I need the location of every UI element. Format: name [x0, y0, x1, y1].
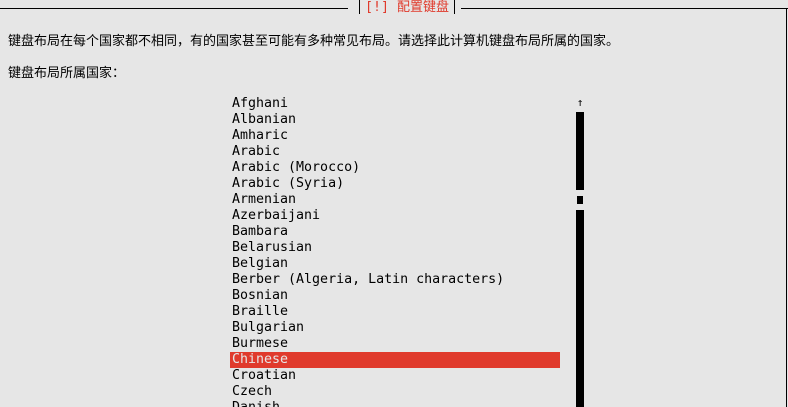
dialog-title-text: 配置键盘 [397, 0, 450, 15]
list-item[interactable]: Albanian [230, 112, 560, 128]
list-item-selected[interactable]: Chinese [230, 352, 560, 368]
warning-icon: [!] [365, 0, 390, 15]
list-item[interactable]: Bambara [230, 224, 560, 240]
list-item[interactable]: Belarusian [230, 240, 560, 256]
description-text: 键盘布局在每个国家都不相同，有的国家甚至可能有多种常见布局。请选择此计算机键盘布… [8, 34, 620, 49]
list-item[interactable]: Braille [230, 304, 560, 320]
scroll-up-arrow-icon[interactable]: ↑ [574, 96, 586, 110]
list-item[interactable]: Armenian [230, 192, 560, 208]
title-separator-left [359, 0, 360, 14]
list-item[interactable]: Bulgarian [230, 320, 560, 336]
list-item[interactable]: Arabic [230, 144, 560, 160]
list-item[interactable]: Amharic [230, 128, 560, 144]
dialog-title: [!] 配置键盘 [352, 0, 462, 16]
frame-top-border-right [461, 8, 788, 9]
list-item[interactable]: Bosnian [230, 288, 560, 304]
title-separator-right [454, 0, 456, 14]
frame-top-border-left [0, 8, 348, 9]
scrollbar-track-lower[interactable] [576, 210, 584, 407]
list-item[interactable]: Afghani [230, 96, 560, 112]
list-item[interactable]: Burmese [230, 336, 560, 352]
list-item[interactable]: Arabic (Syria) [230, 176, 560, 192]
frame-right-border [786, 8, 787, 407]
scrollbar-thumb[interactable] [577, 196, 583, 204]
scrollbar-track-upper[interactable] [576, 112, 584, 190]
list-item[interactable]: Danish [230, 400, 560, 407]
list-item[interactable]: Azerbaijani [230, 208, 560, 224]
list-item[interactable]: Arabic (Morocco) [230, 160, 560, 176]
list-item[interactable]: Croatian [230, 368, 560, 384]
list-item[interactable]: Berber (Algeria, Latin characters) [230, 272, 560, 288]
list-item[interactable]: Czech [230, 384, 560, 400]
list-item[interactable]: Belgian [230, 256, 560, 272]
prompt-label: 键盘布局所属国家： [8, 66, 126, 81]
country-list[interactable]: Afghani Albanian Amharic Arabic Arabic (Moro… [230, 96, 560, 407]
